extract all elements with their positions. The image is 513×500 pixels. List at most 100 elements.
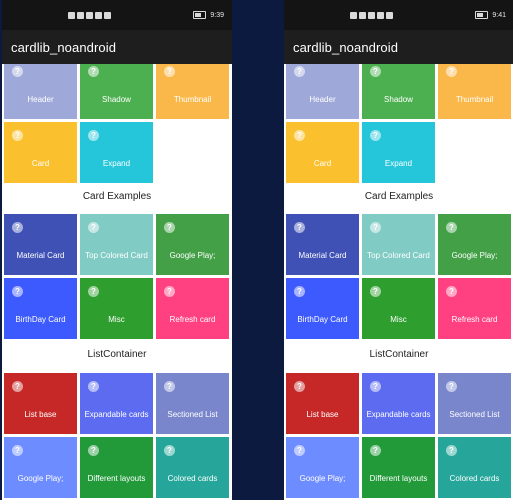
help-icon[interactable]: ? [164,381,175,392]
help-icon[interactable]: ? [164,445,175,456]
help-icon[interactable]: ? [370,286,381,297]
tile-shadow[interactable]: ? Shadow [80,64,153,119]
tile-label: Misc [108,315,125,324]
help-icon[interactable]: ? [164,286,175,297]
help-icon[interactable]: ? [294,445,305,456]
tile-sectioned-list[interactable]: ? Sectioned List [156,373,229,434]
tile-label: Refresh card [451,315,498,324]
help-icon[interactable]: ? [446,381,457,392]
tile-shadow[interactable]: ? Shadow [362,64,435,119]
tile-misc[interactable]: ? Misc [362,278,435,339]
help-icon[interactable]: ? [294,222,305,233]
notification-icon [377,12,384,19]
scroll-content[interactable]: ? Header? Shadow ? Thumbnail? Card ? Expand Car… [2,64,232,500]
scroll-content[interactable]: ? Header? Shadow? Thumbnail? Card? Expand Car… [284,64,513,500]
help-icon[interactable]: ? [88,445,99,456]
help-icon[interactable]: ? [370,130,381,141]
tile-header[interactable]: ? Header [286,64,359,119]
tile-label: Card [31,159,50,168]
tile-colored-cards[interactable]: ? Colored cards [156,437,229,498]
help-icon[interactable]: ? [88,381,99,392]
tile-google-play[interactable]: ? Google Play; [438,214,511,275]
help-icon[interactable]: ? [12,381,23,392]
help-icon[interactable]: ? [446,445,457,456]
tile-misc[interactable]: ? Misc [80,278,153,339]
phone-screen-right: 9:41 cardlib_noandroid ? Header? Shadow? Th… [284,0,513,500]
tile-label: Top Colored Card [85,251,148,260]
help-icon[interactable]: ? [12,130,23,141]
tile-label: Google Play; [169,251,216,260]
tile-top-colored-card[interactable]: ? Top Colored Card [362,214,435,275]
tile-header[interactable]: ? Header [4,64,77,119]
tile-label: Shadow [102,95,131,104]
tile-card[interactable]: ? Card [286,122,359,183]
help-icon[interactable]: ? [370,445,381,456]
tile-label: Card [313,159,332,168]
tile-refresh-card[interactable]: ? Refresh card [438,278,511,339]
notification-icon [350,12,357,19]
tile-birthday-card[interactable]: ? BirthDay Card [4,278,77,339]
notification-icon [104,12,111,19]
tile-material-card[interactable]: ? Material Card [4,214,77,275]
status-time: 9:39 [210,11,224,19]
help-icon[interactable]: ? [88,222,99,233]
phone-screen-left: 9:39 cardlib_noandroid ? Header? Shadow? Th… [2,0,232,500]
tile-card[interactable]: ? Card [4,122,77,183]
tile-google-play[interactable]: ? Google Play; [286,437,359,498]
tile-thumbnail[interactable]: ? Thumbnail [438,64,511,119]
tile-label: Header [27,95,54,104]
help-icon[interactable]: ? [12,222,23,233]
top-tiles-grid: ? Header? Shadow? Thumbnail? Card? Expand [286,64,511,183]
tile-refresh-card[interactable]: ? Refresh card [156,278,229,339]
tile-label: List base [24,410,57,419]
notification-icon [386,12,393,19]
card-examples-grid: ? Material Card? Top Colored Card? Google P… [286,214,511,339]
help-icon[interactable]: ? [164,66,175,77]
tile-expand[interactable]: ? Expand [362,122,435,183]
section-title-card-examples: Card Examples [364,191,434,202]
notification-icons [68,12,111,19]
help-icon[interactable]: ? [88,130,99,141]
tile-expandable-cards[interactable]: ? Expandable cards [80,373,153,434]
notification-icon [359,12,366,19]
help-icon[interactable]: ? [446,66,457,77]
help-icon[interactable]: ? [294,286,305,297]
help-icon[interactable]: ? [446,222,457,233]
tile-different-layouts[interactable]: ? Different layouts [80,437,153,498]
help-icon[interactable]: ? [370,381,381,392]
tile-label: Expand [384,159,413,168]
list-container-grid: ? List base? Expandable cards? Sectioned Li… [286,373,511,498]
help-icon[interactable]: ? [88,66,99,77]
battery-icon [193,11,207,19]
top-tiles-grid: ? Header? Shadow ? Thumbnail? Card ? Expand [4,64,229,183]
help-icon[interactable]: ? [370,222,381,233]
tile-google-play[interactable]: ? Google Play; [156,214,229,275]
tile-birthday-card[interactable]: ? BirthDay Card [286,278,359,339]
help-icon[interactable]: ? [294,130,305,141]
tile-colored-cards[interactable]: ? Colored cards [438,437,511,498]
tile-thumbnail[interactable]: ? Thumbnail [156,64,229,119]
tile-top-colored-card[interactable]: ? Top Colored Card [80,214,153,275]
help-icon[interactable]: ? [370,66,381,77]
tile-sectioned-list[interactable]: ? Sectioned List [438,373,511,434]
notification-icon [77,12,84,19]
status-time: 9:41 [492,11,506,19]
help-icon[interactable]: ? [88,286,99,297]
status-bar: 9:41 [284,0,513,30]
tile-material-card[interactable]: ? Material Card [286,214,359,275]
tile-different-layouts[interactable]: ? Different layouts [362,437,435,498]
notification-icon [95,12,102,19]
tile-expand[interactable]: ? Expand [80,122,153,183]
tile-list-base[interactable]: ? List base [4,373,77,434]
help-icon[interactable]: ? [164,222,175,233]
help-icon[interactable]: ? [294,381,305,392]
help-icon[interactable]: ? [12,286,23,297]
tile-expandable-cards[interactable]: ? Expandable cards [362,373,435,434]
help-icon[interactable]: ? [12,445,23,456]
help-icon[interactable]: ? [12,66,23,77]
tile-google-play[interactable]: ? Google Play; [4,437,77,498]
help-icon[interactable]: ? [294,66,305,77]
tile-list-base[interactable]: ? List base [286,373,359,434]
section-title-listcontainer: ListContainer [369,349,429,360]
help-icon[interactable]: ? [446,286,457,297]
